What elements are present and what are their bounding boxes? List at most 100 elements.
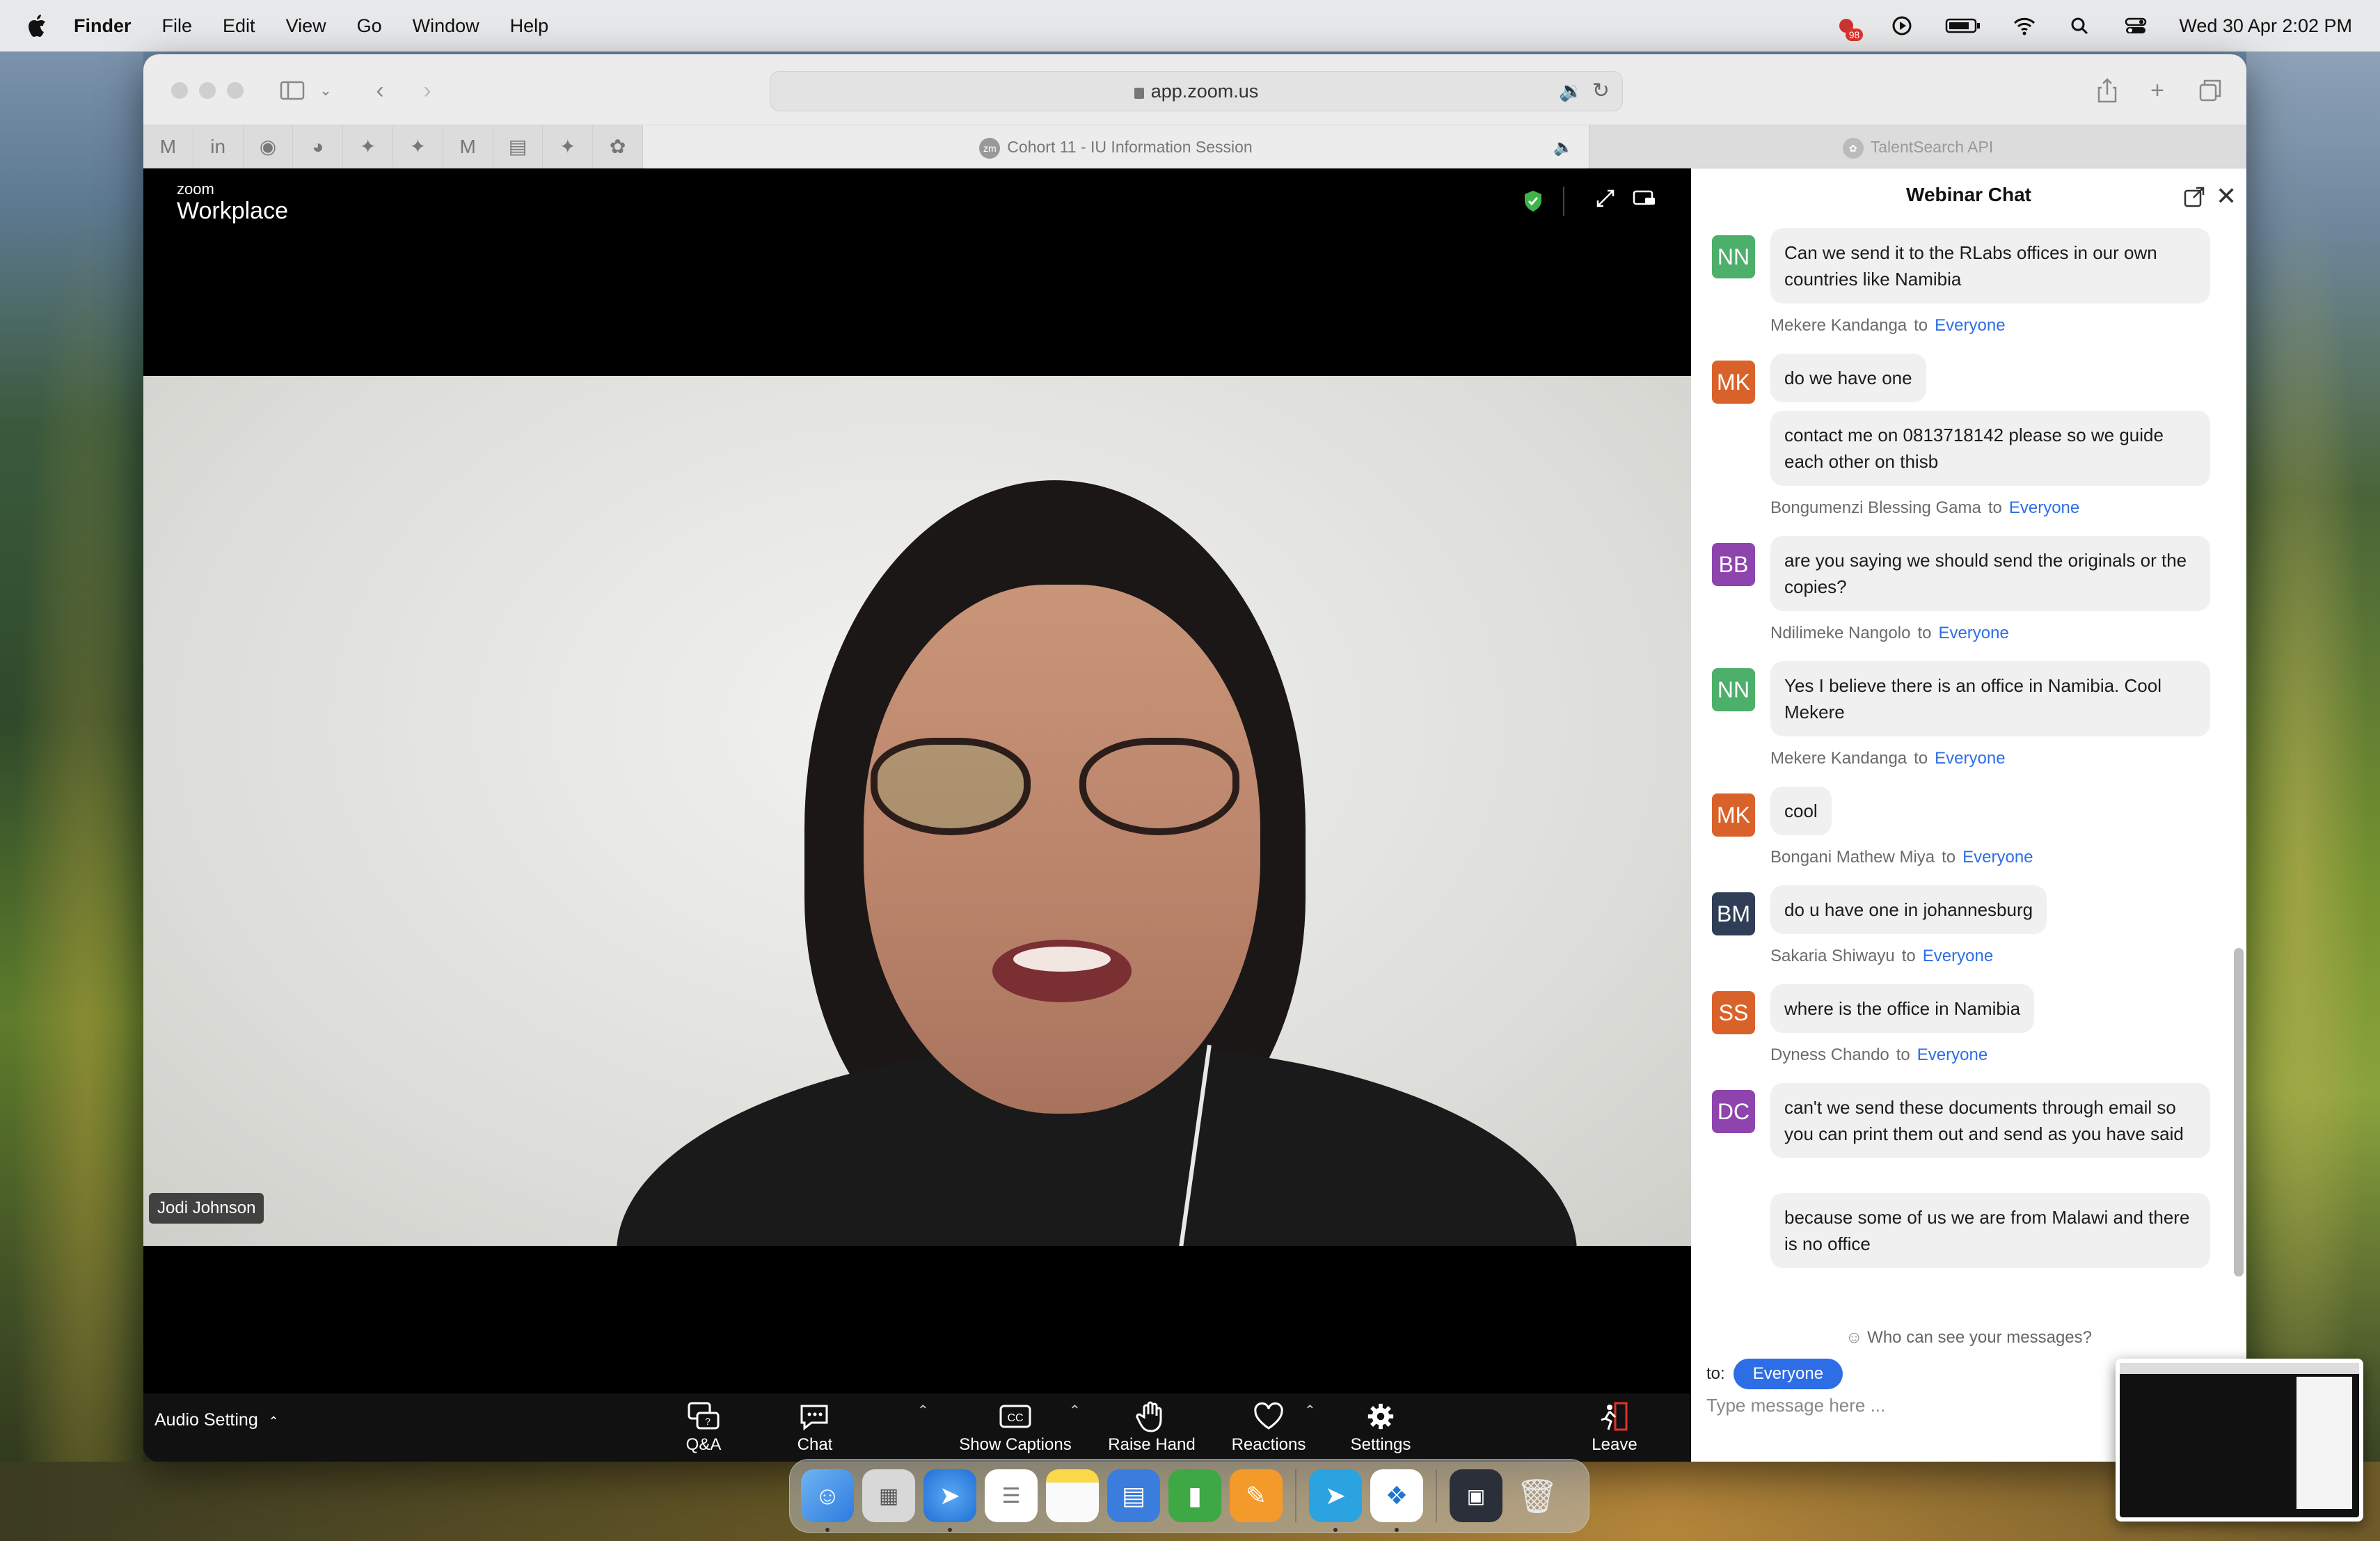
pinned-github-icon[interactable]: ◉: [244, 125, 294, 168]
qa-icon: ?: [688, 1402, 720, 1430]
chat-message: because some of us we are from Malawi an…: [1770, 1193, 2210, 1268]
menu-help[interactable]: Help: [510, 15, 549, 37]
thumbnail-chat: [2296, 1377, 2352, 1509]
menu-app-name[interactable]: Finder: [74, 15, 132, 37]
menu-window[interactable]: Window: [413, 15, 479, 37]
show-captions-button[interactable]: CC Show Captions: [949, 1398, 1081, 1460]
pinned-gmail-icon[interactable]: M: [143, 125, 193, 168]
captions-options-chevron-icon[interactable]: ⌃: [1069, 1402, 1081, 1419]
pinned-discord-icon[interactable]: ◕: [293, 125, 344, 168]
pinned-app-icon[interactable]: ✦: [393, 125, 443, 168]
wifi-icon[interactable]: [2012, 15, 2037, 37]
settings-button[interactable]: Settings: [1315, 1398, 1447, 1460]
pinned-docs-icon[interactable]: ▤: [493, 125, 544, 168]
message-sender: Ndilimeke Nangolo to Everyone: [1770, 624, 2009, 643]
play-status-icon[interactable]: [1889, 15, 1914, 37]
chevron-up-icon[interactable]: ⌃: [269, 1414, 279, 1428]
sender-to: to: [1896, 1045, 1910, 1064]
minimize-window-button[interactable]: [199, 82, 216, 99]
reload-icon[interactable]: ↻: [1592, 72, 1610, 111]
control-center-icon[interactable]: [2123, 15, 2148, 37]
shield-icon[interactable]: [1523, 189, 1544, 213]
pinned-app-icon[interactable]: ✦: [343, 125, 393, 168]
new-tab-icon[interactable]: +: [2142, 75, 2173, 106]
audio-setting-label: Audio Setting: [154, 1410, 258, 1430]
zoom-window-button[interactable]: [227, 82, 244, 99]
leave-button[interactable]: Leave: [1573, 1398, 1656, 1460]
chevron-down-icon[interactable]: ⌄: [310, 75, 341, 106]
recipient-row: to: Everyone: [1706, 1359, 1843, 1389]
apple-icon[interactable]: [26, 13, 47, 38]
battery-icon[interactable]: [1945, 15, 1981, 37]
heart-icon: [1254, 1402, 1283, 1430]
vscode-dock-icon[interactable]: ❖: [1370, 1469, 1423, 1532]
finder-dock-icon[interactable]: ☺: [801, 1469, 854, 1532]
who-can-see-text: Who can see your messages?: [1867, 1328, 2092, 1347]
audio-setting-button[interactable]: Audio Setting ⌃: [154, 1410, 279, 1430]
menubar-clock[interactable]: Wed 30 Apr 2:02 PM: [2179, 15, 2352, 37]
settings-label: Settings: [1350, 1435, 1411, 1454]
menu-file[interactable]: File: [162, 15, 193, 37]
message-sender: Bongumenzi Blessing Gama to Everyone: [1770, 498, 2079, 518]
chat-scrollbar[interactable]: [2234, 948, 2244, 1277]
hand-icon: [1136, 1401, 1162, 1432]
view-layout-icon[interactable]: [1633, 188, 1656, 214]
recipient-selector[interactable]: Everyone: [1733, 1359, 1843, 1389]
spotlight-search-icon[interactable]: [2068, 15, 2093, 37]
back-arrow-icon[interactable]: ‹: [365, 75, 395, 106]
browser-toolbar: ⌄ ‹ › app.zoom.us 🔉 ↻ +: [143, 54, 2246, 125]
menu-go[interactable]: Go: [357, 15, 382, 37]
chat-options-chevron-icon[interactable]: ⌃: [917, 1402, 929, 1419]
chat-title: Webinar Chat: [1906, 184, 2031, 205]
menu-edit[interactable]: Edit: [223, 15, 255, 37]
chat-button[interactable]: Chat: [749, 1398, 881, 1460]
menu-view[interactable]: View: [286, 15, 326, 37]
tab-speaker-icon[interactable]: 🔈: [1553, 125, 1573, 168]
participant-video[interactable]: Jodi Johnson: [143, 376, 1691, 1246]
numbers-dock-icon[interactable]: ▮: [1168, 1469, 1221, 1522]
reminders-dock-icon[interactable]: ☰: [985, 1469, 1038, 1522]
record-status-icon[interactable]: 98: [1834, 15, 1864, 41]
minimized-window-dock-icon[interactable]: ▣: [1450, 1469, 1502, 1522]
notes-dock-icon[interactable]: [1046, 1469, 1099, 1522]
who-can-see-link[interactable]: ☺ Who can see your messages?: [1691, 1328, 2246, 1348]
pinned-gmail-icon[interactable]: M: [443, 125, 493, 168]
zoom-favicon-icon: zm: [979, 137, 1001, 159]
pop-out-icon[interactable]: [2182, 185, 2206, 209]
sender-to: to: [1917, 624, 1932, 642]
avatar: BB: [1712, 543, 1755, 586]
sender-name: Ndilimeke Nangolo: [1770, 624, 1911, 642]
telegram-dock-icon[interactable]: ➤: [1309, 1469, 1362, 1532]
safari-dock-icon[interactable]: ➤: [923, 1469, 976, 1532]
dock: ☺ ▦ ➤ ☰ ▤ ▮ ✎ ➤ ❖ ▣ 🗑: [789, 1459, 1589, 1533]
fullscreen-icon[interactable]: [1595, 188, 1616, 214]
screenshot-thumbnail[interactable]: [2116, 1359, 2363, 1522]
participant-name-tag: Jodi Johnson: [149, 1193, 264, 1224]
video-glasses: [1079, 738, 1239, 835]
tab-overview-icon[interactable]: [2195, 75, 2226, 106]
close-window-button[interactable]: [171, 82, 188, 99]
pages-dock-icon[interactable]: ✎: [1230, 1469, 1283, 1522]
sender-to: to: [1914, 749, 1928, 768]
share-icon[interactable]: [2092, 75, 2123, 106]
sidebar-toggle-icon[interactable]: [277, 75, 308, 106]
pinned-openai-icon[interactable]: ✿: [593, 125, 643, 168]
tab-zoom-session[interactable]: zm Cohort 11 - IU Information Session 🔈: [643, 125, 1589, 168]
launchpad-dock-icon[interactable]: ▦: [862, 1469, 915, 1522]
avatar: NN: [1712, 668, 1755, 711]
speaker-icon[interactable]: 🔉: [1559, 72, 1583, 111]
address-bar[interactable]: app.zoom.us 🔉 ↻: [770, 71, 1623, 111]
trash-dock-icon[interactable]: 🗑: [1511, 1469, 1564, 1522]
forward-arrow-icon[interactable]: ›: [412, 75, 443, 106]
sender-recipient: Everyone: [1935, 749, 2006, 768]
pinned-gemini-icon[interactable]: ✦: [543, 125, 594, 168]
thumbnail-preview: [2120, 1363, 2359, 1517]
chat-message: are you saying we should send the origin…: [1770, 536, 2210, 611]
raise-hand-button[interactable]: Raise Hand: [1086, 1398, 1218, 1460]
close-icon[interactable]: ✕: [2216, 184, 2237, 209]
captions-icon: CC: [999, 1405, 1031, 1428]
pinned-linkedin-icon[interactable]: in: [193, 125, 244, 168]
tab-talentsearch[interactable]: ✿ TalentSearch API: [1589, 125, 2246, 168]
message-sender: Bongani Mathew Miya to Everyone: [1770, 848, 2033, 867]
keynote-dock-icon[interactable]: ▤: [1107, 1469, 1160, 1522]
